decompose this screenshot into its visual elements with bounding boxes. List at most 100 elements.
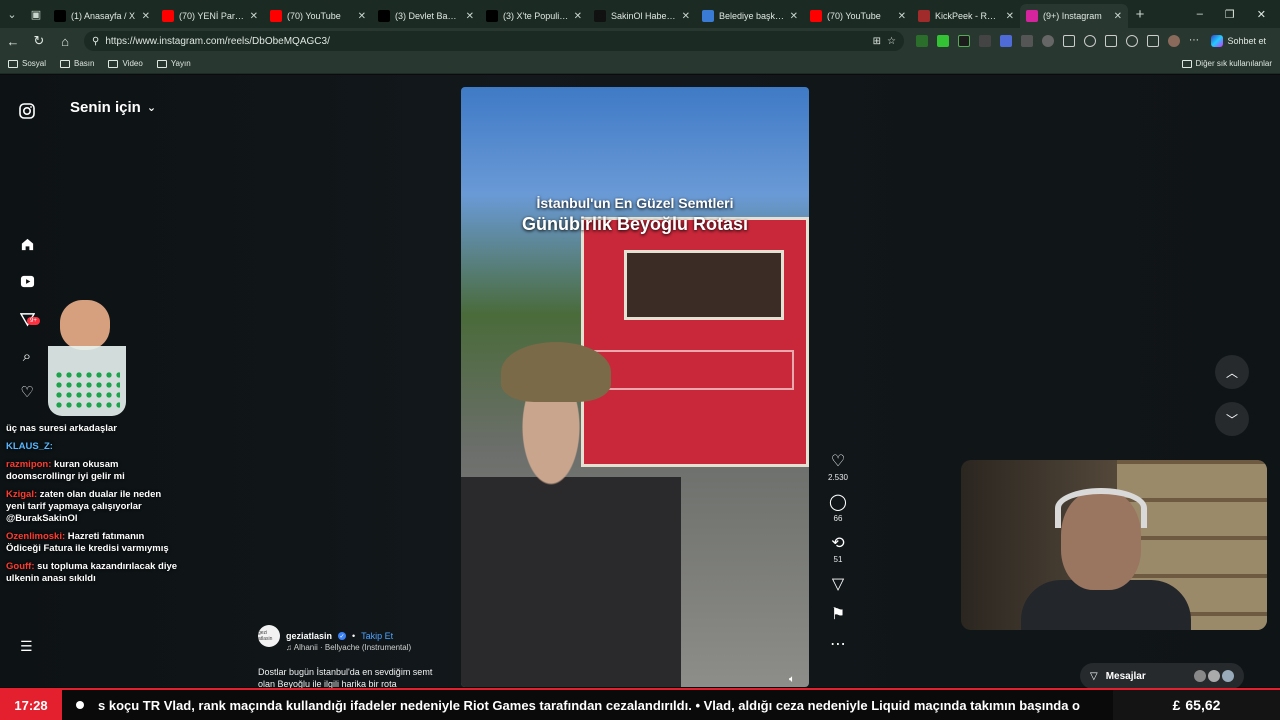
favorites-icon[interactable]: [1105, 35, 1117, 47]
share-button[interactable]: ▽: [832, 576, 844, 594]
browser-tab[interactable]: SakinOl Haber Mer ✕: [588, 4, 696, 28]
close-tab-icon[interactable]: ✕: [142, 11, 150, 22]
close-tab-icon[interactable]: ✕: [574, 11, 582, 22]
close-tab-icon[interactable]: ✕: [1114, 11, 1122, 22]
reel-caption[interactable]: Dostlar bugün İstanbul'da en sevdiğim se…: [258, 666, 448, 690]
chat-username: Kzigal:: [6, 489, 38, 500]
browser-tab[interactable]: (70) YouTube ✕: [804, 4, 912, 28]
mute-icon[interactable]: 🔈︎: [789, 674, 795, 685]
extension-icon[interactable]: [1021, 35, 1033, 47]
chat-message: Kzigal: zaten olan dualar ile neden yeni…: [6, 489, 181, 525]
maximize-icon[interactable]: ❐: [1225, 8, 1235, 21]
instagram-more-menu-icon[interactable]: ☰: [20, 638, 33, 655]
person-image: [461, 357, 681, 687]
browser-tab[interactable]: Belediye başkanına ✕: [696, 4, 804, 28]
profile-avatar[interactable]: [1168, 35, 1180, 47]
feather-icon: [702, 10, 714, 22]
ticker-clock: 17:28: [0, 690, 62, 720]
split-screen-icon[interactable]: [1063, 35, 1075, 47]
bookmark-folder-video[interactable]: Video: [108, 59, 143, 68]
folder-icon: [1181, 59, 1192, 68]
tab-list-dropdown-icon[interactable]: ⌄: [0, 0, 24, 28]
extension-icon[interactable]: [937, 35, 949, 47]
currency-rate: £ 65,62: [1113, 690, 1280, 720]
screen: ⌄ ▣ (1) Anasayfa / X✕(70) YENİ Parti Gen…: [0, 0, 1280, 720]
follow-button[interactable]: Takip Et: [361, 631, 393, 641]
close-tab-icon[interactable]: ✕: [790, 11, 798, 22]
extension-icon[interactable]: [979, 35, 991, 47]
bookmarks-bar: Sosyal Basın Video Yayın Diğer sık kulla…: [0, 54, 1280, 74]
new-tab-button[interactable]: +: [1128, 0, 1152, 28]
tab-title: KickPeek - Real-tim: [935, 11, 1001, 21]
comment-button[interactable]: ◯ 66: [829, 494, 847, 523]
settings-icon[interactable]: [1084, 35, 1096, 47]
reel-video[interactable]: İstanbul'un En Güzel Semtleri Günübirlik…: [461, 87, 809, 687]
back-icon[interactable]: ←: [6, 34, 20, 49]
extensions-area: ⋯: [916, 35, 1199, 47]
url-bar[interactable]: ⚲ https://www.instagram.com/reels/DbObeM…: [84, 31, 904, 51]
messages-send-icon: ▽: [1090, 670, 1098, 682]
bookmark-folder-yayin[interactable]: Yayın: [156, 59, 191, 68]
home-nav-icon[interactable]: [18, 235, 36, 253]
chat-username: Gouff:: [6, 561, 35, 572]
more-menu-icon[interactable]: ⋯: [1189, 35, 1199, 47]
browser-tab[interactable]: (70) YouTube ✕: [264, 4, 372, 28]
other-bookmarks[interactable]: Diğer sık kullanılanlar: [1181, 59, 1272, 68]
streamer-webcam: [961, 460, 1267, 630]
close-tab-icon[interactable]: ✕: [466, 11, 474, 22]
browser-tab[interactable]: (3) X'te Populicc: "M ✕: [480, 4, 588, 28]
browser-tab[interactable]: KickPeek - Real-tim ✕: [912, 4, 1020, 28]
home-icon[interactable]: ⌂: [58, 34, 72, 49]
close-tab-icon[interactable]: ✕: [898, 11, 906, 22]
app-install-icon[interactable]: ⊞: [873, 36, 881, 47]
extensions-puzzle-icon[interactable]: [1042, 35, 1054, 47]
close-tab-icon[interactable]: ✕: [250, 11, 258, 22]
extension-icon[interactable]: [1000, 35, 1012, 47]
feed-selector[interactable]: Senin için ⌄: [70, 99, 156, 116]
previous-reel-button[interactable]: ︿: [1215, 355, 1249, 389]
reload-icon[interactable]: ↻: [32, 33, 46, 49]
browser-tab[interactable]: (1) Anasayfa / X ✕: [48, 4, 156, 28]
tab-title: (1) Anasayfa / X: [71, 11, 136, 21]
repost-button[interactable]: ⟲ 51: [831, 535, 844, 564]
copilot-chat-button[interactable]: Sohbet et: [1211, 35, 1274, 47]
more-options-button[interactable]: ⋯: [830, 636, 846, 654]
tab-title: (70) YENİ Parti Gene: [179, 11, 245, 21]
author-avatar[interactable]: gezi atlasin: [258, 625, 280, 647]
site-info-icon[interactable]: ⚲: [92, 36, 99, 47]
save-button[interactable]: ⚑: [831, 606, 845, 624]
reels-nav-icon[interactable]: [18, 272, 36, 290]
copilot-chat-label: Sohbet et: [1227, 36, 1266, 46]
bookmark-folder-basin[interactable]: Basın: [60, 59, 94, 68]
favorite-star-icon[interactable]: ☆: [887, 36, 896, 47]
minimize-icon[interactable]: –: [1197, 8, 1203, 21]
screenshot-icon[interactable]: [1147, 35, 1159, 47]
video-title-line2: Günübirlik Beyoğlu Rotası: [521, 214, 749, 234]
reel-author-info: gezi atlasin geziatlasin ✓ • Takip Et ♫ …: [258, 625, 448, 690]
folder-icon: [60, 59, 71, 68]
browser-tab[interactable]: (70) YENİ Parti Gene ✕: [156, 4, 264, 28]
close-window-icon[interactable]: ✕: [1257, 8, 1266, 21]
extension-icon[interactable]: [916, 35, 928, 47]
browser-tab[interactable]: (9+) Instagram ✕: [1020, 4, 1128, 28]
browser-essentials-icon[interactable]: [1126, 35, 1138, 47]
workspaces-icon[interactable]: ▣: [24, 0, 48, 28]
youtube-icon: [810, 10, 822, 22]
currency-symbol: £: [1172, 697, 1181, 713]
messages-button[interactable]: ▽ Mesajlar: [1080, 663, 1244, 689]
comment-count: 66: [833, 514, 843, 523]
live-dot-icon: [62, 701, 98, 709]
tab-title: Belediye başkanına: [719, 11, 785, 21]
close-tab-icon[interactable]: ✕: [1006, 11, 1014, 22]
bookmark-folder-sosyal[interactable]: Sosyal: [8, 59, 46, 68]
audio-track[interactable]: ♫ Alhanii · Bellyache (Instrumental): [286, 643, 448, 652]
like-button[interactable]: ♡ 2.530: [828, 453, 848, 482]
close-tab-icon[interactable]: ✕: [358, 11, 366, 22]
folder-icon: [156, 59, 167, 68]
close-tab-icon[interactable]: ✕: [682, 11, 690, 22]
instagram-logo-icon[interactable]: [18, 102, 36, 120]
extension-icon[interactable]: [958, 35, 970, 47]
next-reel-button[interactable]: ﹀: [1215, 402, 1249, 436]
browser-tab[interactable]: (3) Devlet Bahçeli - ✕: [372, 4, 480, 28]
author-username[interactable]: geziatlasin: [286, 631, 332, 641]
